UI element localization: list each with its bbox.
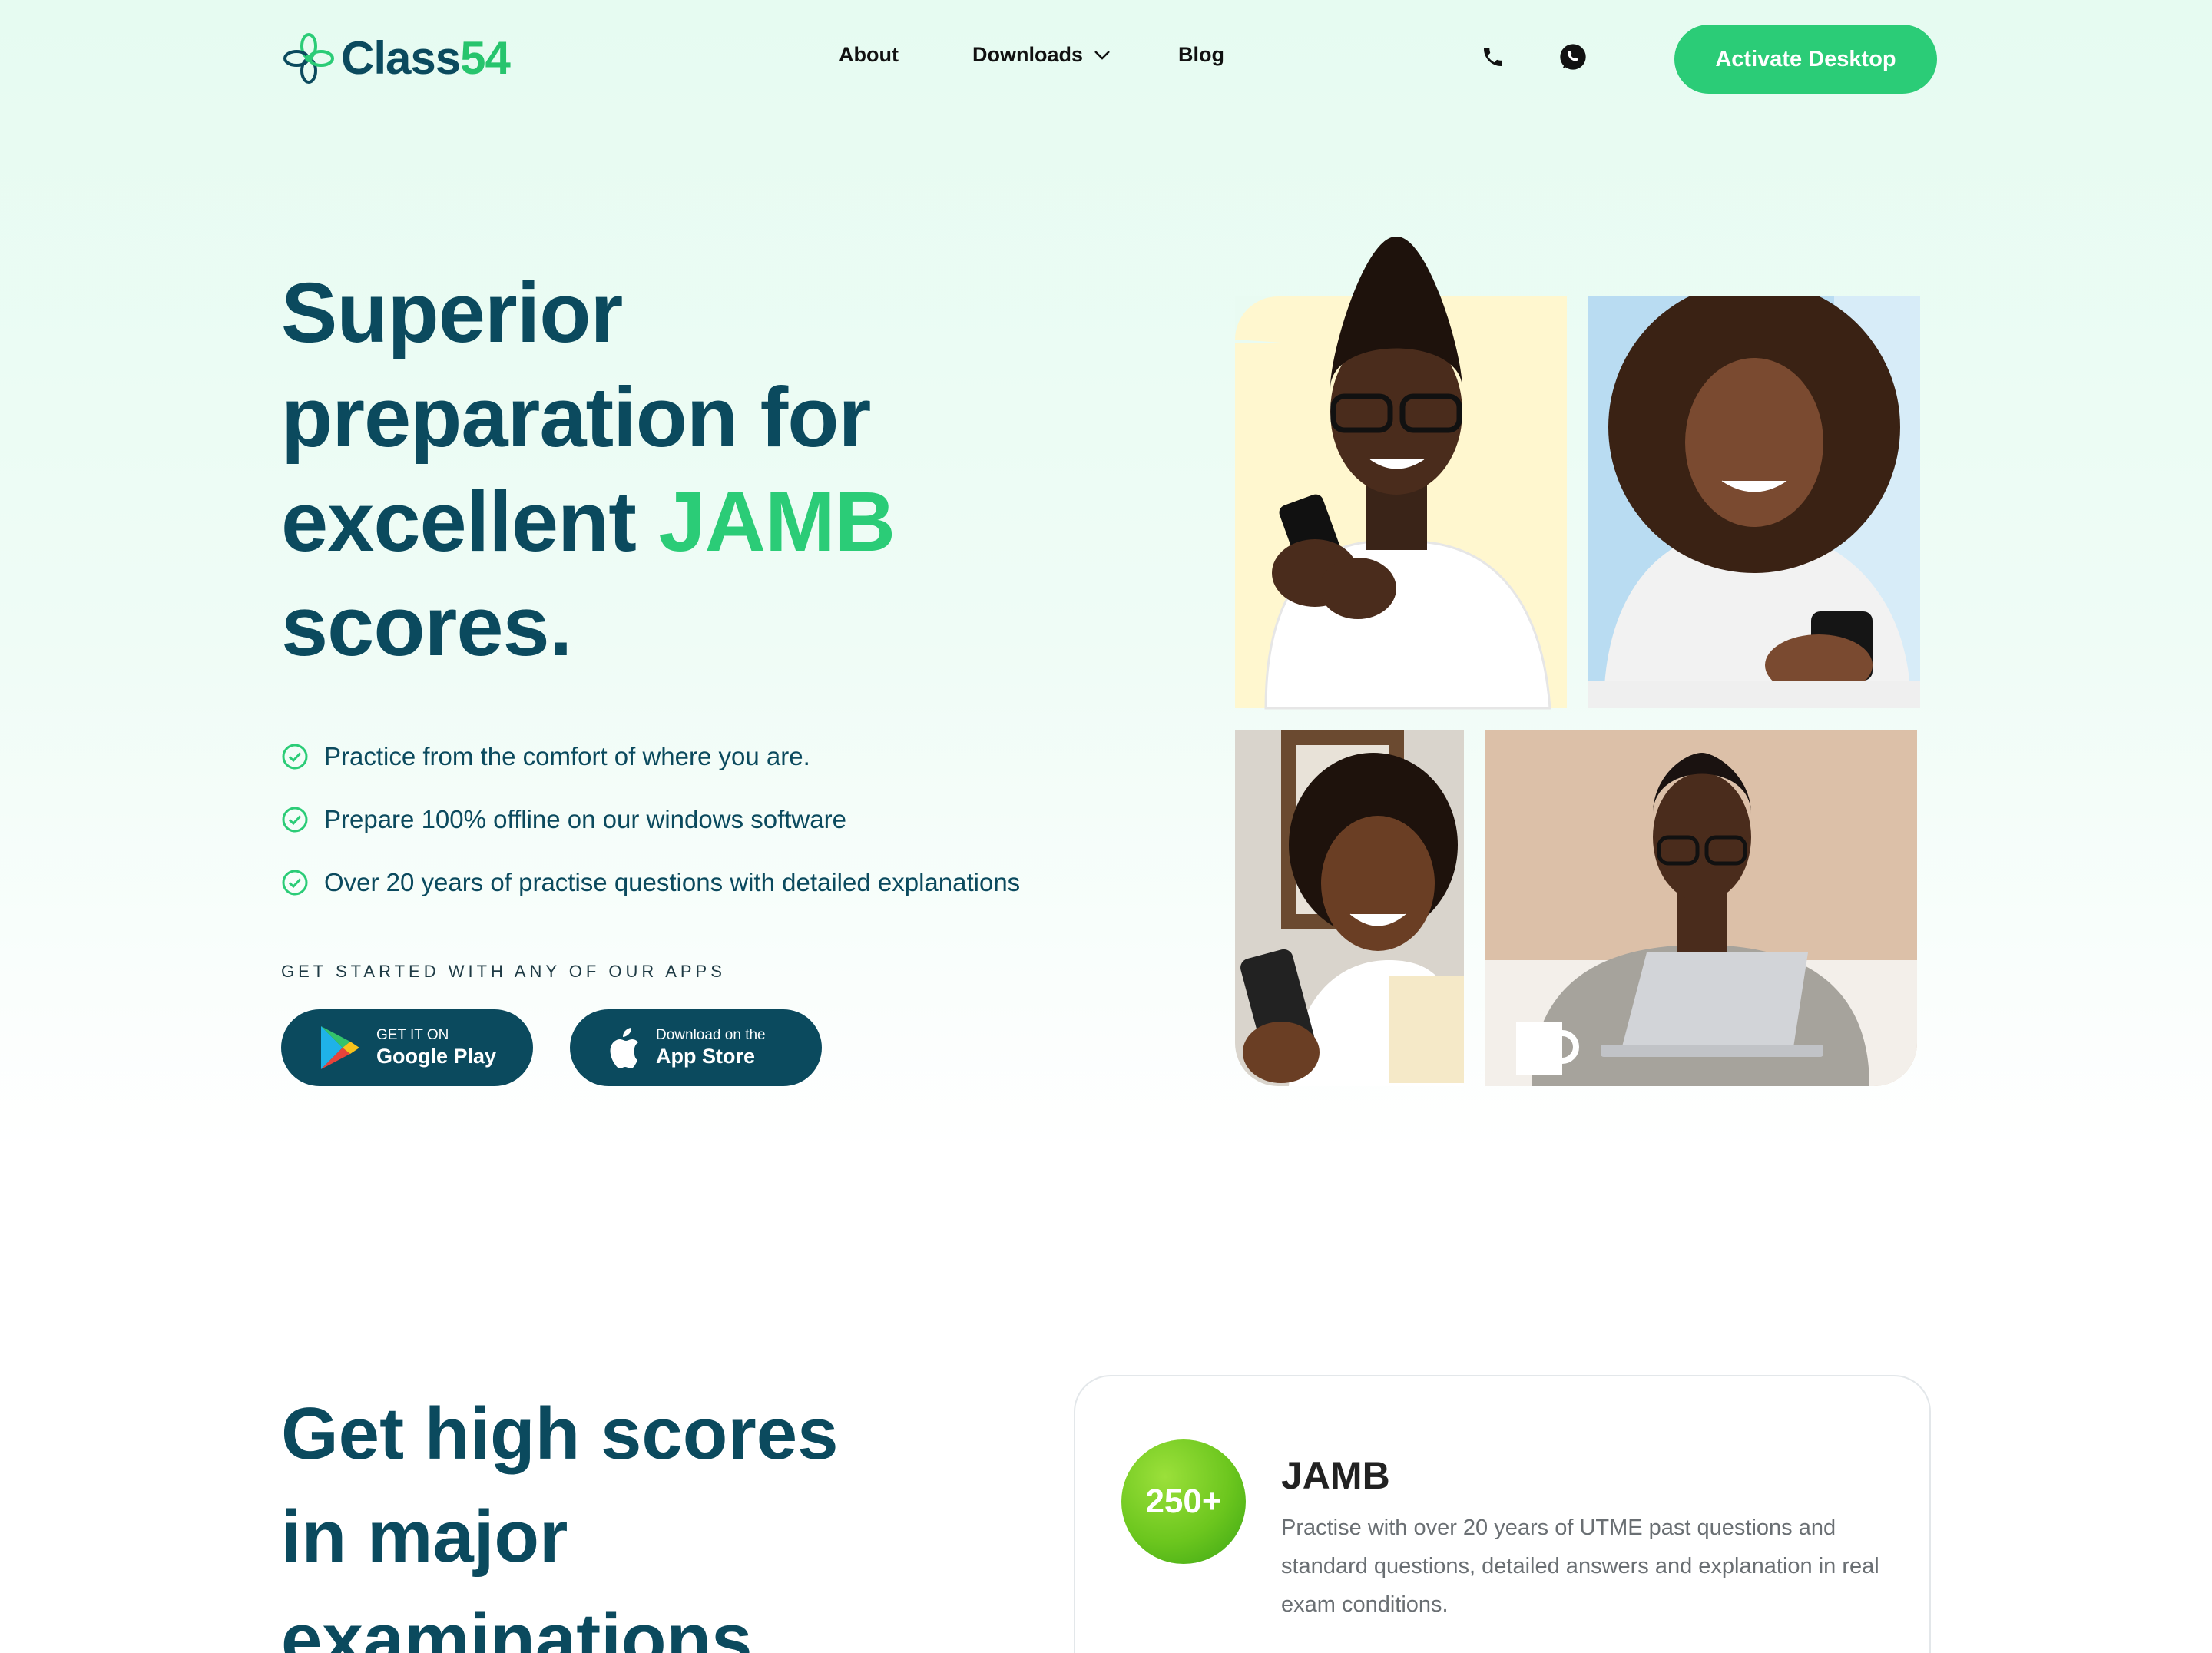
app-store-small-text: Download on the <box>656 1027 766 1043</box>
whatsapp-icon[interactable] <box>1556 40 1590 74</box>
brand-name: Class54 <box>341 32 511 84</box>
feature-item: Over 20 years of practise questions with… <box>281 851 1020 914</box>
nav-blog[interactable]: Blog <box>1178 43 1224 67</box>
brand-logo[interactable]: Class54 <box>281 28 511 89</box>
hero-title-accent: JAMB <box>658 475 896 569</box>
top-nav: Class54 About Downloads Blog Activate De… <box>0 0 2212 120</box>
phone-icon[interactable] <box>1476 40 1510 74</box>
apps-label: GET STARTED WITH ANY OF OUR APPS <box>281 962 726 981</box>
exam-card-jamb[interactable]: 250+ JAMB Practise with over 20 years of… <box>1074 1375 1931 1653</box>
nav-about[interactable]: About <box>839 43 899 67</box>
feature-list: Practice from the comfort of where you a… <box>281 725 1020 914</box>
feature-item: Practice from the comfort of where you a… <box>281 725 1020 788</box>
apple-icon <box>607 1027 641 1068</box>
app-store-button[interactable]: Download on the App Store <box>570 1009 822 1086</box>
hero-title: Superior preparation for excellent JAMB … <box>281 266 896 674</box>
hero-photo-girl-phone <box>1588 296 1920 708</box>
google-play-big-text: Google Play <box>376 1045 497 1068</box>
check-circle-icon <box>282 807 308 833</box>
exam-card-title: JAMB <box>1281 1454 1390 1497</box>
flower-logo-icon <box>283 33 334 84</box>
google-play-button[interactable]: GET IT ON Google Play <box>281 1009 533 1086</box>
exam-card-description: Practise with over 20 years of UTME past… <box>1281 1516 1879 1617</box>
section2-title: Get high scores in major examinations <box>281 1393 839 1653</box>
feature-item: Prepare 100% offline on our windows soft… <box>281 788 1020 851</box>
check-circle-icon <box>282 744 308 770</box>
google-play-icon <box>318 1025 361 1071</box>
hero-photo-man-laptop <box>1485 730 1917 1086</box>
check-circle-icon <box>282 870 308 896</box>
question-count-badge: 250+ <box>1121 1439 1246 1564</box>
chevron-down-icon <box>1094 50 1110 60</box>
hero-photo-man-phone <box>1235 236 1567 710</box>
activate-desktop-button[interactable]: Activate Desktop <box>1674 25 1937 94</box>
app-store-big-text: App Store <box>656 1045 756 1068</box>
nav-downloads[interactable]: Downloads <box>972 43 1111 67</box>
hero-photo-girl-laughing <box>1235 730 1464 1086</box>
google-play-small-text: GET IT ON <box>376 1027 449 1043</box>
